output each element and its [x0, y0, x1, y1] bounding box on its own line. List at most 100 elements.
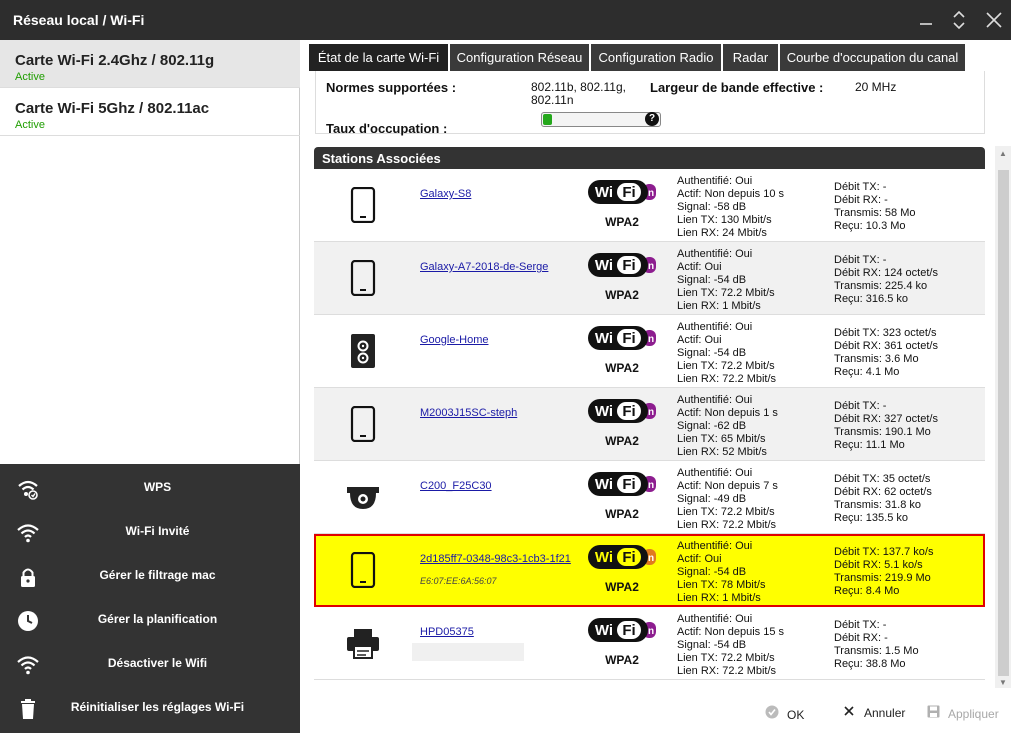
- svg-text:Fi: Fi: [622, 330, 635, 347]
- clock-icon: [16, 609, 40, 633]
- wifi-guest-icon: [16, 521, 40, 545]
- stat-line: Transmis: 190.1 Mo: [834, 426, 931, 438]
- station-row[interactable]: Galaxy-A7-2018-de-Serge Wi Fi n WPA2 Authenti…: [314, 242, 985, 315]
- station-link-info: Authentifié: Oui Actif: Non depuis 15 s Si…: [677, 613, 784, 678]
- stat-line: Débit TX: -: [834, 619, 887, 631]
- info-line: Signal: -54 dB: [677, 347, 747, 359]
- info-line: Actif: Oui: [677, 553, 722, 565]
- camera-icon: [346, 479, 379, 515]
- stat-line: Débit RX: 124 octet/s: [834, 267, 938, 279]
- station-traffic-stats: Débit TX: - Débit RX: 124 octet/s Transmis…: [834, 254, 938, 306]
- svg-text:n: n: [648, 188, 654, 199]
- dialog-footer: OK Annuler Appliquer: [304, 697, 1011, 733]
- station-name-link[interactable]: M2003J15SC-steph: [420, 407, 517, 419]
- tab-etat-carte[interactable]: État de la carte Wi-Fi: [309, 44, 448, 71]
- station-name-link[interactable]: HPD05375: [420, 626, 474, 638]
- card-name: Carte Wi-Fi 5Ghz / 802.11ac: [15, 100, 210, 117]
- tab-configuration-reseau[interactable]: Configuration Réseau: [450, 44, 589, 71]
- station-row[interactable]: Google-Home Wi Fi n WPA2 Authentifié: Oui Acti…: [314, 315, 985, 388]
- card-info-box: Normes supportées : 802.11b, 802.11g, 80…: [315, 71, 985, 136]
- apply-button[interactable]: Appliquer: [926, 705, 999, 721]
- save-icon: [926, 705, 940, 721]
- action-label: Réinitialiser les réglages Wi-Fi: [70, 700, 245, 714]
- card-name: Carte Wi-Fi 2.4Ghz / 802.11g: [15, 52, 215, 69]
- action-label: Gérer la planification: [97, 612, 218, 626]
- station-name-link[interactable]: Galaxy-A7-2018-de-Serge: [420, 261, 548, 273]
- stat-line: Reçu: 11.1 Mo: [834, 439, 905, 451]
- card-wifi-2-4ghz[interactable]: Carte Wi-Fi 2.4Ghz / 802.11g Active: [0, 40, 300, 88]
- stat-line: Transmis: 219.9 Mo: [834, 572, 931, 584]
- info-line: Lien RX: 1 Mbit/s: [677, 300, 761, 312]
- wifi-n-logo-icon: Wi Fi n: [587, 252, 657, 278]
- minimize-icon[interactable]: [915, 9, 937, 31]
- disable-wifi-button[interactable]: Désactiver le Wifi: [0, 642, 300, 686]
- stat-line: Transmis: 1.5 Mo: [834, 645, 919, 657]
- security-label: WPA2: [605, 215, 639, 229]
- station-traffic-stats: Débit TX: 35 octet/s Débit RX: 62 octet/s…: [834, 473, 932, 525]
- info-line: Actif: Oui: [677, 261, 722, 273]
- stat-line: Débit TX: -: [834, 400, 887, 412]
- tab-bar: État de la carte Wi-Fi Configuration Rés…: [304, 40, 1011, 71]
- station-name-link[interactable]: Google-Home: [420, 334, 488, 346]
- close-icon[interactable]: [983, 9, 1005, 31]
- info-line: Signal: -54 dB: [677, 274, 747, 286]
- info-line: Lien RX: 24 Mbit/s: [677, 227, 767, 239]
- speaker-icon: [350, 333, 376, 369]
- resize-icon[interactable]: [948, 9, 970, 31]
- schedule-button[interactable]: Gérer la planification: [0, 598, 300, 642]
- check-icon: [765, 705, 779, 722]
- info-line: Lien TX: 72.2 Mbit/s: [677, 287, 775, 299]
- reset-wifi-button[interactable]: Réinitialiser les réglages Wi-Fi: [0, 686, 300, 730]
- station-link-info: Authentifié: Oui Actif: Non depuis 10 s Si…: [677, 175, 784, 240]
- svg-text:n: n: [648, 626, 654, 637]
- apply-label: Appliquer: [948, 707, 999, 721]
- stat-line: Débit RX: 5.1 ko/s: [834, 559, 923, 571]
- info-line: Lien TX: 72.2 Mbit/s: [677, 506, 775, 518]
- wifi-n-logo-icon: Wi Fi n: [587, 617, 657, 643]
- cancel-label: Annuler: [864, 706, 906, 720]
- station-row[interactable]: 2d185ff7-0348-98c3-1cb3-1f21 E6:07:EE:6A:…: [314, 534, 985, 607]
- wifi-n-logo-icon: Wi Fi n: [587, 544, 657, 570]
- scroll-down-icon[interactable]: ▼: [997, 678, 1009, 688]
- tab-radar[interactable]: Radar: [723, 44, 778, 71]
- lock-icon: [16, 565, 40, 589]
- station-row[interactable]: HPD05375 Wi Fi n WPA2 Authentifié: Oui Actif: …: [314, 607, 985, 680]
- stat-line: Débit TX: -: [834, 181, 887, 193]
- guest-wifi-button[interactable]: Wi-Fi Invité: [0, 510, 300, 554]
- info-line: Lien TX: 78 Mbit/s: [677, 579, 766, 591]
- info-line: Lien RX: 1 Mbit/s: [677, 592, 761, 604]
- wps-button[interactable]: WPS: [0, 466, 300, 510]
- ok-button[interactable]: OK: [765, 705, 804, 722]
- scrollbar-thumb[interactable]: [998, 170, 1009, 676]
- info-line: Signal: -62 dB: [677, 420, 747, 432]
- trash-icon: [16, 697, 40, 721]
- info-line: Authentifié: Oui: [677, 540, 753, 552]
- help-icon[interactable]: ?: [645, 112, 659, 126]
- stat-line: Reçu: 38.8 Mo: [834, 658, 906, 670]
- tab-configuration-radio[interactable]: Configuration Radio: [591, 44, 721, 71]
- station-name-link[interactable]: C200_F25C30: [420, 480, 492, 492]
- cancel-button[interactable]: Annuler: [842, 705, 905, 720]
- station-row[interactable]: Galaxy-S8 Wi Fi n WPA2 Authentifié: Oui Actif:…: [314, 169, 985, 242]
- station-row[interactable]: C200_F25C30 Wi Fi n WPA2 Authentifié: Oui Acti…: [314, 461, 985, 534]
- normes-value-line2: 802.11n: [531, 93, 574, 107]
- security-label: WPA2: [605, 288, 639, 302]
- occupation-fill: [543, 114, 552, 125]
- tab-courbe-occupation[interactable]: Courbe d'occupation du canal: [780, 44, 965, 71]
- close-icon: [842, 705, 856, 720]
- svg-text:n: n: [648, 407, 654, 418]
- mac-filter-button[interactable]: Gérer le filtrage mac: [0, 554, 300, 598]
- station-traffic-stats: Débit TX: 323 octet/s Débit RX: 361 octet…: [834, 327, 938, 379]
- info-line: Authentifié: Oui: [677, 613, 753, 625]
- stat-line: Débit RX: -: [834, 632, 888, 644]
- station-row[interactable]: M2003J15SC-steph Wi Fi n WPA2 Authentifié: Ou…: [314, 388, 985, 461]
- station-name-link[interactable]: 2d185ff7-0348-98c3-1cb3-1f21: [420, 553, 571, 565]
- station-name-link[interactable]: Galaxy-S8: [420, 188, 471, 200]
- info-line: Signal: -49 dB: [677, 493, 747, 505]
- station-link-info: Authentifié: Oui Actif: Oui Signal: -54 dB…: [677, 321, 776, 386]
- svg-text:Wi: Wi: [595, 257, 613, 274]
- card-wifi-5ghz[interactable]: Carte Wi-Fi 5Ghz / 802.11ac Active: [0, 88, 300, 136]
- info-line: Actif: Non depuis 15 s: [677, 626, 785, 638]
- security-label: WPA2: [605, 580, 639, 594]
- scroll-up-icon[interactable]: ▲: [997, 149, 1009, 159]
